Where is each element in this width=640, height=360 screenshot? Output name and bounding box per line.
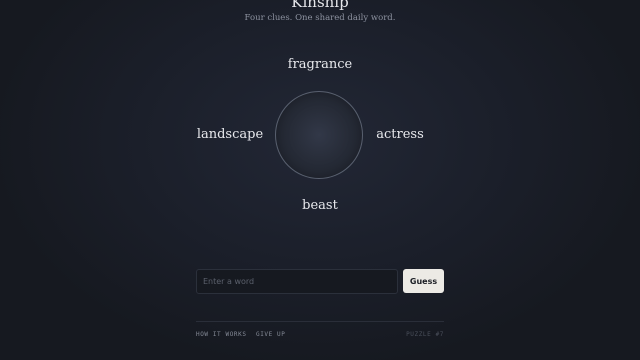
- app-subtitle: Four clues. One shared daily word.: [244, 13, 396, 23]
- clue-bottom: beast: [302, 198, 338, 213]
- app-title: Kinship: [291, 0, 349, 11]
- guess-input[interactable]: [196, 269, 398, 294]
- footer-divider: [196, 321, 444, 322]
- clue-left: landscape: [196, 127, 264, 142]
- how-it-works-link[interactable]: HOW IT WORKS: [196, 331, 247, 339]
- clue-right: actress: [376, 127, 424, 142]
- guess-button[interactable]: Guess: [403, 269, 444, 293]
- puzzle-number: PUZZLE #7: [406, 331, 444, 338]
- clue-top: fragrance: [287, 57, 353, 72]
- give-up-link[interactable]: GIVE UP: [256, 331, 286, 339]
